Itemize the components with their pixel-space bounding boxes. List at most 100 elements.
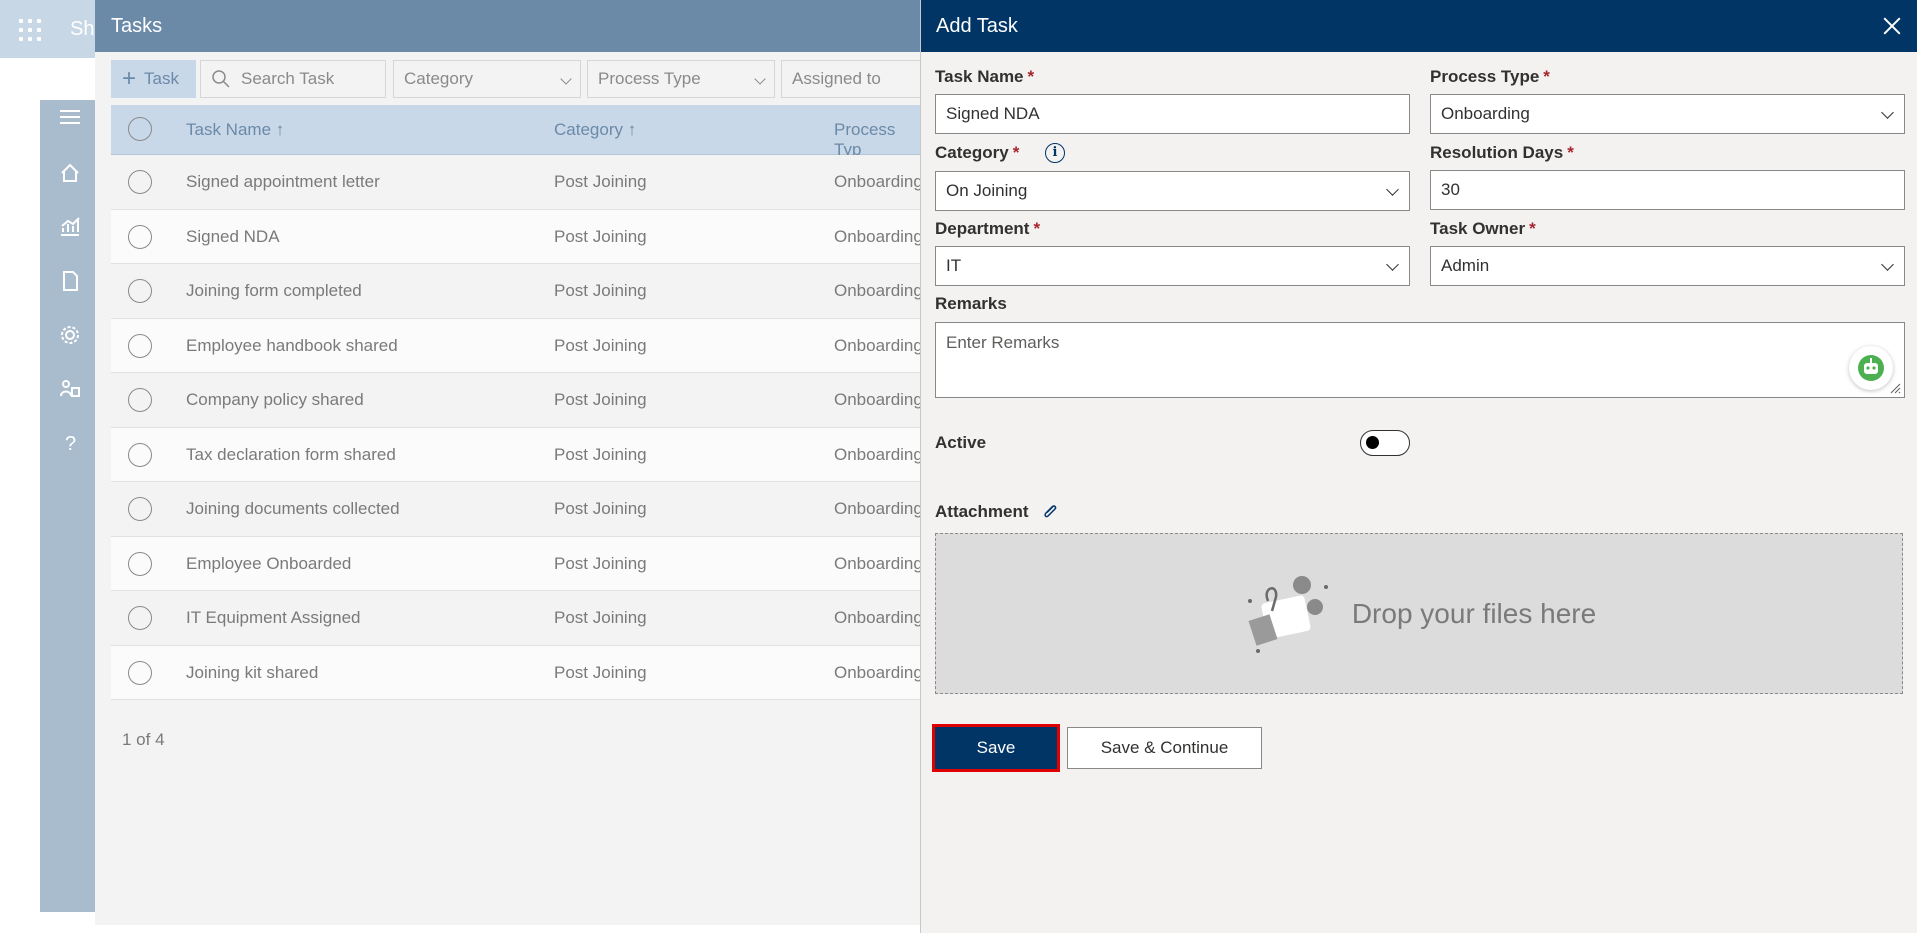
row-select-checkbox[interactable] [128,388,152,412]
process-type-cell: Onboarding [834,390,923,409]
task-name-cell: Tax declaration form shared [186,444,396,464]
table-row[interactable]: Company policy shared Post Joining Onboard… [111,373,925,428]
settings-gear-icon[interactable] [57,322,83,348]
task-name-cell: Employee handbook shared [186,335,398,355]
task-name-cell: Joining documents collected [186,499,400,518]
task-name-cell: Joining form completed [186,281,362,300]
category-cell: Post Joining [554,335,647,355]
table-row[interactable]: IT Equipment Assigned Post Joining Onboard… [111,591,925,646]
tasks-toolbar: + Task Search Task Category Process Type… [111,60,941,98]
remarks-placeholder: Enter Remarks [946,333,1060,352]
row-select-checkbox[interactable] [128,224,152,249]
chevron-down-icon [560,73,572,85]
active-toggle[interactable] [1360,430,1410,456]
table-row[interactable]: Signed NDA Post Joining Onboarding [111,209,925,264]
resolution-days-input[interactable]: 30 [1430,170,1905,210]
column-header-task-name[interactable]: Task Name ↑ [186,120,284,140]
home-icon[interactable] [57,160,83,186]
tasks-grid-rows: Signed appointment letter Post Joining Onb… [111,155,925,700]
row-select-checkbox[interactable] [128,551,152,576]
row-select-checkbox[interactable] [128,333,152,358]
save-button[interactable]: Save [932,724,1060,772]
process-type-filter-dropdown[interactable]: Process Type [587,60,775,98]
paperclip-icon[interactable] [1041,502,1059,520]
category-label: Category * [935,143,1020,162]
category-cell: Post Joining [554,662,647,682]
process-type-cell: Onboarding [834,172,923,191]
chevron-down-icon [754,73,766,85]
task-name-cell: Signed appointment letter [186,172,380,191]
table-row[interactable]: Employee handbook shared Post Joining Onbo… [111,318,925,373]
department-dropdown[interactable]: IT [935,246,1410,286]
toggle-knob [1366,436,1379,449]
column-header-category[interactable]: Category ↑ [554,120,636,140]
process-type-dropdown[interactable]: Onboarding [1430,94,1905,134]
task-name-cell: Company policy shared [186,390,364,409]
table-row[interactable]: Joining documents collected Post Joining O… [111,482,925,537]
remarks-label: Remarks [935,294,1007,313]
app-launcher-icon[interactable] [19,19,41,41]
file-dropzone[interactable]: Drop your files here [935,533,1903,694]
info-icon[interactable]: i [1045,143,1065,163]
pagination-status: 1 of 4 [122,730,165,749]
row-select-checkbox[interactable] [128,497,152,521]
table-row[interactable]: Employee Onboarded Post Joining Onboarding [111,536,925,591]
department-label: Department * [935,219,1041,238]
process-type-label: Process Type * [1430,67,1550,86]
task-name-cell: Joining kit shared [186,662,319,682]
chatbot-icon[interactable] [1849,346,1893,390]
category-cell: Post Joining [554,281,647,300]
people-management-icon[interactable] [57,376,83,402]
table-row[interactable]: Joining kit shared Post Joining Onboarding [111,645,925,700]
close-icon[interactable] [1881,15,1903,37]
column-header-process-type[interactable]: Process Typ [834,120,925,160]
department-value: IT [946,256,962,275]
process-type-filter-label: Process Type [598,69,701,88]
table-row[interactable]: Signed appointment letter Post Joining Onb… [111,155,925,210]
chevron-down-icon [1881,106,1894,119]
category-cell: Post Joining [554,172,647,191]
document-icon[interactable] [57,268,83,294]
category-filter-dropdown[interactable]: Category [393,60,581,98]
resize-handle-icon[interactable] [1889,382,1901,394]
category-cell: Post Joining [554,608,647,627]
select-all-checkbox[interactable] [128,117,152,141]
assigned-to-filter-dropdown[interactable]: Assigned to [781,60,941,98]
row-select-checkbox[interactable] [128,170,152,194]
category-dropdown[interactable]: On Joining [935,171,1410,211]
category-filter-label: Category [404,69,473,88]
process-type-cell: Onboarding [834,499,923,518]
chevron-down-icon [1386,183,1399,196]
category-cell: Post Joining [554,499,647,518]
table-row[interactable]: Joining form completed Post Joining Onboar… [111,264,925,319]
row-select-checkbox[interactable] [128,606,152,630]
process-type-cell: Onboarding [834,444,923,464]
row-select-checkbox[interactable] [128,442,152,467]
search-placeholder: Search Task [241,69,335,88]
search-task-input[interactable]: Search Task [200,60,386,98]
category-cell: Post Joining [554,390,647,409]
help-icon[interactable]: ? [57,430,83,456]
plus-icon: + [122,65,137,92]
add-task-button[interactable]: + Task [111,60,196,98]
task-owner-dropdown[interactable]: Admin [1430,246,1905,286]
chevron-down-icon [1386,258,1399,271]
task-name-input[interactable]: Signed NDA [935,94,1410,134]
table-row[interactable]: Tax declaration form shared Post Joining O… [111,427,925,482]
process-type-cell: Onboarding [834,226,923,246]
task-name-cell: Employee Onboarded [186,553,352,573]
hamburger-menu-icon[interactable] [57,104,83,130]
svg-text:?: ? [65,433,76,454]
analytics-icon[interactable] [57,214,83,240]
process-type-cell: Onboarding [834,608,923,627]
remarks-textarea[interactable]: Enter Remarks [935,322,1905,398]
app-navigation-rail: ? [40,100,100,912]
row-select-checkbox[interactable] [128,279,152,303]
row-select-checkbox[interactable] [128,660,152,685]
chevron-down-icon [1881,258,1894,271]
process-type-cell: Onboarding [834,335,923,355]
task-name-cell: Signed NDA [186,226,280,246]
category-value: On Joining [946,181,1028,200]
assigned-to-filter-label: Assigned to [792,69,881,88]
save-and-continue-button[interactable]: Save & Continue [1067,727,1262,769]
